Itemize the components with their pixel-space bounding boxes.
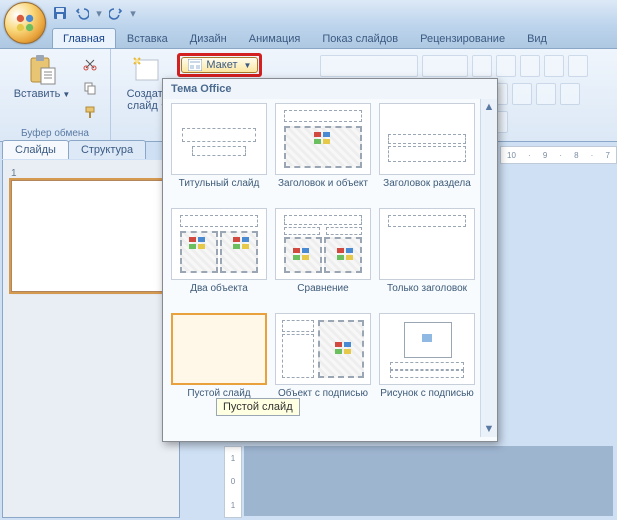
layout-button-highlight: Макет ▼ [177, 53, 262, 77]
ribbon-tabs: Главная Вставка Дизайн Анимация Показ сл… [0, 26, 617, 49]
qat-separator: ▾ [96, 7, 102, 20]
paste-label: Вставить▼ [14, 88, 71, 101]
layout-title-only[interactable]: Только заголовок [379, 208, 475, 307]
tab-design[interactable]: Дизайн [179, 28, 238, 48]
gallery-grid: Титульный слайд Заголовок и объект Загол… [171, 103, 493, 412]
layout-button[interactable]: Макет ▼ [181, 57, 258, 73]
save-icon[interactable] [52, 5, 68, 21]
title-bar: ▾ ▾ [0, 0, 617, 26]
slide-options-col: Макет ▼ [177, 51, 262, 77]
scroll-down-icon[interactable]: ▼ [481, 421, 497, 437]
tab-home[interactable]: Главная [52, 28, 116, 48]
group-clipboard: Вставить▼ Буфер обмена [0, 49, 111, 141]
chevron-down-icon: ▼ [244, 61, 252, 70]
office-button[interactable] [4, 2, 46, 44]
gallery-scrollbar[interactable]: ▲ ▼ [480, 99, 497, 437]
tab-outline-pane[interactable]: Структура [68, 140, 146, 159]
layout-title-slide[interactable]: Титульный слайд [171, 103, 267, 202]
scroll-up-icon[interactable]: ▲ [481, 99, 497, 115]
slide-number: 1 [11, 168, 21, 179]
layout-title-content[interactable]: Заголовок и объект [275, 103, 371, 202]
quick-access-toolbar: ▾ ▾ [52, 5, 136, 21]
paste-icon [26, 54, 58, 86]
slide-canvas-area [244, 446, 613, 516]
tab-insert[interactable]: Вставка [116, 28, 179, 48]
layout-picture-caption[interactable]: Рисунок с подписью [379, 313, 475, 412]
layout-button-label: Макет [206, 59, 237, 71]
office-logo-icon [14, 12, 36, 34]
tooltip: Пустой слайд [216, 398, 300, 416]
tab-slides-pane[interactable]: Слайды [2, 140, 69, 159]
tab-view[interactable]: Вид [516, 28, 558, 48]
group-clipboard-label: Буфер обмена [21, 127, 89, 141]
layout-comparison[interactable]: Сравнение [275, 208, 371, 307]
layout-gallery: Тема Office Титульный слайд Заголовок и … [162, 78, 498, 442]
gallery-body: Титульный слайд Заголовок и объект Загол… [163, 99, 497, 437]
slide-thumbnail-1[interactable] [11, 180, 163, 292]
qat-customize-icon[interactable]: ▾ [130, 7, 136, 20]
layout-two-content[interactable]: Два объекта [171, 208, 267, 307]
tab-review[interactable]: Рецензирование [409, 28, 516, 48]
undo-icon[interactable] [74, 5, 90, 21]
slide-thumb-row: 1 [3, 160, 179, 303]
new-slide-icon [131, 54, 163, 86]
clipboard-small-buttons [79, 51, 101, 123]
copy-icon[interactable] [79, 77, 101, 99]
format-painter-icon[interactable] [79, 101, 101, 123]
paste-button[interactable]: Вставить▼ [9, 51, 76, 104]
layout-section-header[interactable]: Заголовок раздела [379, 103, 475, 202]
pane-tabs: Слайды Структура [2, 140, 145, 159]
redo-icon[interactable] [108, 5, 124, 21]
ruler-horizontal: 10· 9· 8· 7 [500, 146, 617, 164]
cut-icon[interactable] [79, 53, 101, 75]
gallery-title: Тема Office [163, 79, 497, 99]
app-window: ▾ ▾ Главная Вставка Дизайн Анимация Пока… [0, 0, 617, 520]
slides-pane: 1 [2, 160, 180, 518]
ruler-vertical: 1 0 1 [224, 446, 242, 518]
tab-slideshow[interactable]: Показ слайдов [311, 28, 409, 48]
layout-icon [188, 59, 202, 71]
tab-animation[interactable]: Анимация [238, 28, 312, 48]
